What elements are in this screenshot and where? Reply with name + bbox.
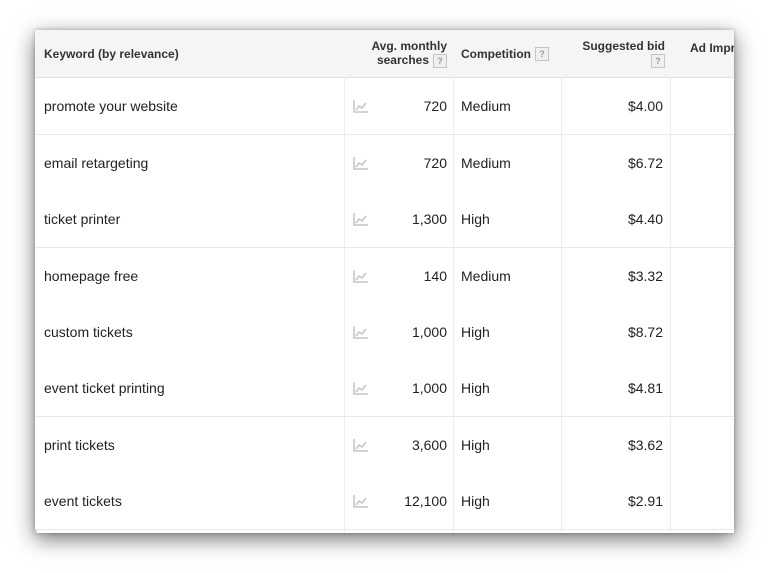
header-keyword-label: Keyword (by relevance) — [44, 46, 179, 61]
keyword-cell[interactable]: event tickets — [44, 473, 122, 529]
trend-chart-icon[interactable] — [353, 473, 369, 529]
searches-cell: 3,600 — [411, 437, 447, 453]
keyword-ideas-table: Keyword (by relevance) Avg. monthly sear… — [35, 30, 734, 533]
header-suggested-bid-label: Suggested bid — [582, 39, 665, 54]
bid-cell: $3.32 — [627, 268, 663, 284]
trend-chart-icon[interactable] — [353, 78, 369, 134]
competition-cell: High — [461, 211, 490, 227]
help-question-icon[interactable]: ? — [651, 53, 665, 68]
competition-cell: Medium — [461, 268, 511, 284]
table-row: email retargeting 720 Medium $6.72 — [35, 135, 734, 192]
competition-cell: Medium — [461, 155, 511, 171]
searches-cell: 1,000 — [411, 324, 447, 340]
bid-cell: $8.72 — [627, 324, 663, 340]
trend-chart-icon[interactable] — [353, 417, 369, 473]
column-divider — [344, 77, 345, 533]
trend-chart-icon[interactable] — [353, 191, 369, 247]
column-divider — [561, 77, 562, 533]
searches-cell: 12,100 — [404, 493, 447, 509]
keyword-cell[interactable]: email retargeting — [44, 135, 148, 191]
header-suggested-bid[interactable]: Suggested bid ? — [565, 30, 665, 77]
keyword-cell[interactable]: print tickets — [44, 417, 115, 473]
header-avg-monthly-line1: Avg. monthly — [371, 39, 447, 54]
header-ad-impr[interactable]: Ad Impr — [690, 30, 734, 77]
table-row: print tickets 3,600 High $3.62 — [35, 417, 734, 474]
keyword-cell[interactable]: ticket printer — [44, 191, 120, 247]
bid-cell: $6.72 — [627, 155, 663, 171]
bid-cell: $3.62 — [627, 437, 663, 453]
table-row: event tickets 12,100 High $2.91 — [35, 473, 734, 530]
bid-cell: $4.40 — [627, 211, 663, 227]
bid-cell: $2.91 — [627, 493, 663, 509]
header-competition-label: Competition — [461, 46, 531, 61]
bid-cell: $4.81 — [627, 380, 663, 396]
table-row: ticket printer 1,300 High $4.40 — [35, 191, 734, 248]
trend-chart-icon[interactable] — [353, 304, 369, 360]
competition-cell: Medium — [461, 98, 511, 114]
keyword-cell[interactable]: homepage free — [44, 248, 138, 304]
competition-cell: High — [461, 493, 490, 509]
trend-chart-icon[interactable] — [353, 248, 369, 304]
searches-cell: 720 — [423, 155, 447, 171]
header-ad-impr-label: Ad Impr — [690, 41, 734, 55]
trend-chart-icon[interactable] — [353, 135, 369, 191]
header-avg-monthly-line2: searches — [376, 53, 429, 68]
searches-cell: 140 — [423, 268, 447, 284]
competition-cell: High — [461, 324, 490, 340]
searches-cell: 1,300 — [411, 211, 447, 227]
bid-cell: $4.00 — [627, 98, 663, 114]
help-question-icon[interactable]: ? — [535, 46, 549, 61]
competition-cell: High — [461, 380, 490, 396]
keyword-cell[interactable]: promote your website — [44, 78, 178, 134]
table-row: custom tickets 1,000 High $8.72 — [35, 304, 734, 361]
table-row: event ticket printing 1,000 High $4.81 — [35, 360, 734, 417]
trend-chart-icon[interactable] — [353, 360, 369, 416]
table-row: promote your website 720 Medium $4.00 — [35, 78, 734, 135]
table-row: homepage free 140 Medium $3.32 — [35, 248, 734, 305]
column-divider — [453, 77, 454, 533]
column-divider — [670, 77, 671, 533]
header-avg-monthly-searches[interactable]: Avg. monthly searches? — [355, 30, 447, 77]
help-question-icon[interactable]: ? — [433, 53, 447, 68]
table-header: Keyword (by relevance) Avg. monthly sear… — [35, 30, 734, 78]
keyword-cell[interactable]: custom tickets — [44, 304, 133, 360]
keyword-cell[interactable]: event ticket printing — [44, 360, 165, 416]
header-competition[interactable]: Competition? — [461, 30, 561, 77]
searches-cell: 1,000 — [411, 380, 447, 396]
header-keyword[interactable]: Keyword (by relevance) — [44, 30, 344, 77]
competition-cell: High — [461, 437, 490, 453]
searches-cell: 720 — [423, 98, 447, 114]
